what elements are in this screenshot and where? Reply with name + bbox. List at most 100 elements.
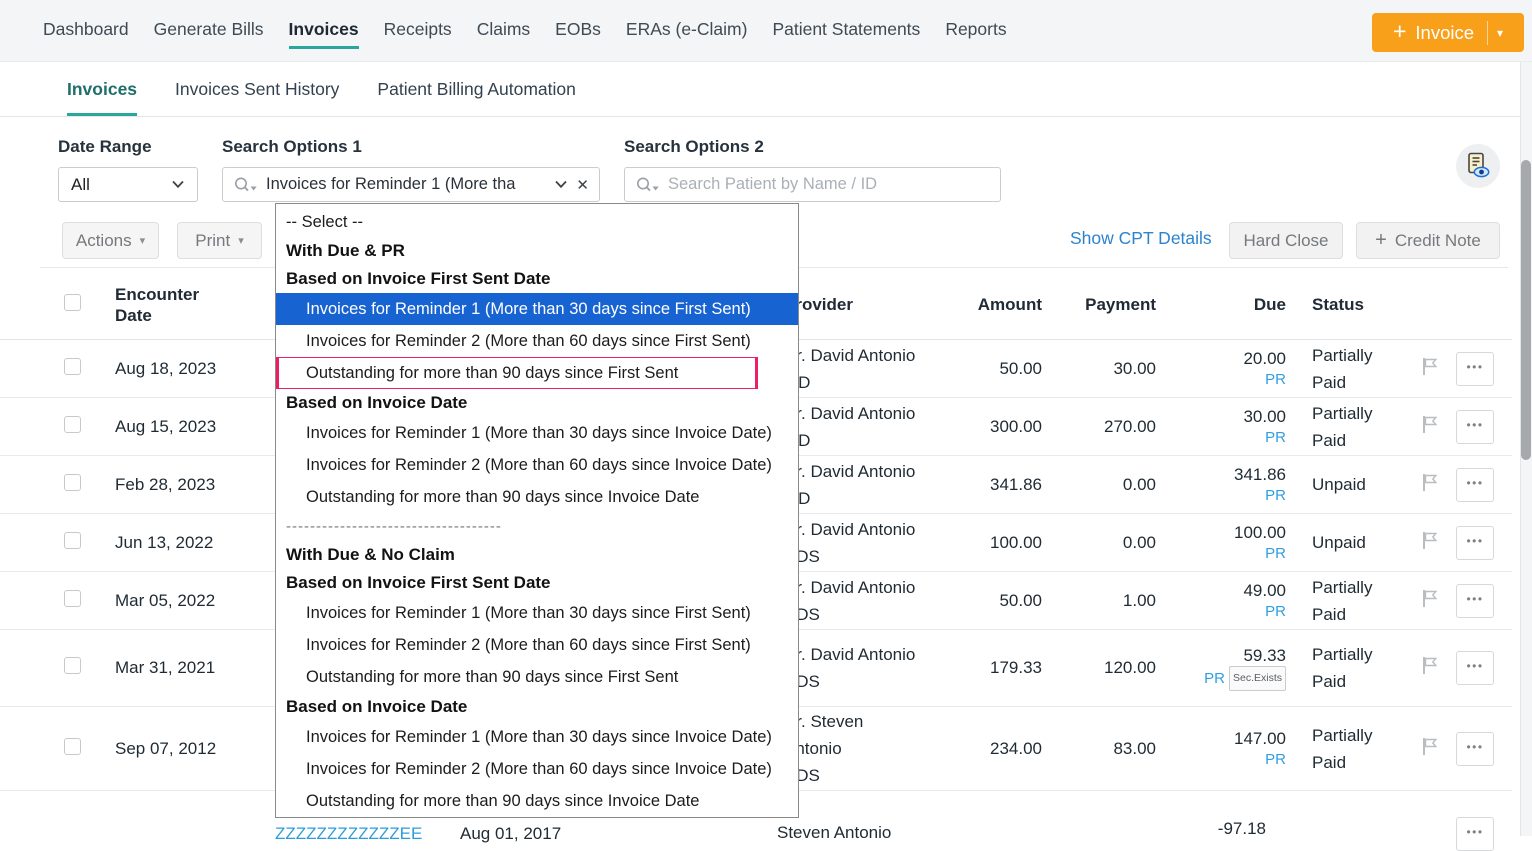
nav-item-claims[interactable]: Claims (477, 13, 530, 49)
nav-item-eobs[interactable]: EOBs (555, 13, 601, 49)
dropdown-group: Based on Invoice First Sent Date (276, 569, 798, 597)
dropdown-option[interactable]: Outstanding for more than 90 days since … (276, 785, 798, 817)
search-options-1-input[interactable]: Invoices for Reminder 1 (More tha ✕ (222, 167, 600, 202)
chevron-down-icon[interactable]: ▾ (1497, 26, 1503, 40)
flag-icon[interactable] (1422, 415, 1438, 439)
pr-tag: PR (1265, 543, 1286, 564)
dropdown-option[interactable]: Invoices for Reminder 1 (More than 30 da… (276, 293, 798, 325)
row-actions-button[interactable]: ••• (1456, 732, 1494, 766)
more-dots-icon: ••• (1466, 360, 1483, 374)
date-range-select[interactable]: All (58, 167, 198, 202)
row-checkbox[interactable] (64, 657, 81, 674)
row-checkbox[interactable] (64, 358, 81, 375)
row-actions-button[interactable]: ••• (1456, 817, 1494, 851)
payment-cell: 30.00 (1042, 359, 1156, 379)
status-cell: Unpaid (1286, 471, 1408, 498)
flag-icon[interactable] (1422, 473, 1438, 497)
status-cell: Partially Paid (1286, 574, 1408, 628)
pr-tag: PR (1265, 749, 1286, 770)
print-button[interactable]: Print ▾ (177, 222, 262, 259)
due-value: 49.00 (1156, 580, 1286, 601)
clear-icon[interactable]: ✕ (576, 176, 589, 194)
patient-statement-view-button[interactable] (1456, 144, 1500, 188)
row-checkbox[interactable] (64, 590, 81, 607)
row-actions-button[interactable]: ••• (1456, 468, 1494, 502)
provider-cell: Dr. David AntonioMD (776, 400, 934, 454)
chevron-down-icon (171, 180, 185, 189)
search-icon[interactable] (233, 176, 258, 194)
flag-icon[interactable] (1422, 531, 1438, 555)
row-checkbox[interactable] (64, 474, 81, 491)
chevron-down-icon[interactable] (554, 180, 568, 189)
row-checkbox[interactable] (64, 416, 81, 433)
chevron-down-icon: ▾ (238, 234, 244, 247)
due-cell: 20.00 PR (1156, 348, 1286, 390)
due-value: 30.00 (1156, 406, 1286, 427)
tab-patient-billing-automation[interactable]: Patient Billing Automation (377, 62, 575, 116)
search-options-1-label: Search Options 1 (222, 137, 362, 157)
encounter-date-cell: Jun 13, 2022 (108, 533, 276, 553)
new-invoice-button[interactable]: + Invoice ▾ (1372, 13, 1524, 52)
pr-tag: PR (1265, 601, 1286, 622)
nav-item-reports[interactable]: Reports (945, 13, 1006, 49)
invoice-number-link[interactable]: ZZZZZZZZZZZZEE (275, 824, 422, 844)
top-nav: Dashboard Generate Bills Invoices Receipts C… (0, 0, 1532, 62)
dropdown-option[interactable]: Invoices for Reminder 1 (More than 30 da… (276, 721, 798, 753)
row-checkbox[interactable] (64, 738, 81, 755)
flag-icon[interactable] (1422, 589, 1438, 613)
actions-button[interactable]: Actions ▾ (62, 222, 159, 259)
tab-invoices-sent-history[interactable]: Invoices Sent History (175, 62, 339, 116)
more-dots-icon: ••• (1466, 740, 1483, 754)
select-all-checkbox[interactable] (64, 294, 81, 311)
flag-icon[interactable] (1422, 656, 1438, 680)
flag-icon[interactable] (1422, 737, 1438, 761)
vertical-scrollbar[interactable] (1520, 62, 1532, 836)
row-actions-button[interactable]: ••• (1456, 526, 1494, 560)
tab-invoices[interactable]: Invoices (67, 62, 137, 116)
search-options-2-input[interactable]: Search Patient by Name / ID (624, 167, 1001, 202)
dropdown-option[interactable]: Invoices for Reminder 1 (More than 30 da… (276, 597, 798, 629)
nav-item-patient-statements[interactable]: Patient Statements (772, 13, 920, 49)
nav-item-receipts[interactable]: Receipts (384, 13, 452, 49)
show-cpt-details-link[interactable]: Show CPT Details (1070, 228, 1212, 249)
dropdown-option[interactable]: Invoices for Reminder 1 (More than 30 da… (276, 417, 798, 449)
row-actions-button[interactable]: ••• (1456, 651, 1494, 685)
dropdown-option[interactable]: Invoices for Reminder 2 (More than 60 da… (276, 325, 798, 357)
dropdown-option[interactable]: Invoices for Reminder 2 (More than 60 da… (276, 753, 798, 785)
provider-cell: Dr. David AntonioMD (776, 458, 934, 512)
dropdown-option[interactable]: Outstanding for more than 90 days since … (276, 481, 798, 513)
search-icon[interactable] (635, 176, 660, 194)
dropdown-option[interactable]: Invoices for Reminder 2 (More than 60 da… (276, 629, 798, 661)
encounter-date-cell: Feb 28, 2023 (108, 475, 276, 495)
provider-header: Provider (776, 295, 934, 315)
print-label: Print (195, 231, 230, 251)
payment-header: Payment (1042, 295, 1156, 315)
nav-item-eras-e-claim[interactable]: ERAs (e-Claim) (626, 13, 748, 49)
due-value: 20.00 (1156, 348, 1286, 369)
date-range-value: All (71, 175, 90, 195)
dropdown-select[interactable]: -- Select -- (276, 207, 798, 237)
nav-item-generate-bills[interactable]: Generate Bills (154, 13, 264, 49)
due-cell: -97.18 (1156, 819, 1266, 839)
nav-item-invoices[interactable]: Invoices (289, 13, 359, 49)
row-actions-button[interactable]: ••• (1456, 352, 1494, 386)
scrollbar-thumb[interactable] (1521, 160, 1531, 460)
flag-icon[interactable] (1422, 357, 1438, 381)
payment-cell: 270.00 (1042, 417, 1156, 437)
row-checkbox[interactable] (64, 532, 81, 549)
new-invoice-label: Invoice (1415, 22, 1474, 44)
more-dots-icon: ••• (1466, 476, 1483, 490)
due-value: 59.33 (1156, 645, 1286, 666)
hard-close-button[interactable]: Hard Close (1229, 222, 1343, 259)
dropdown-option[interactable]: Outstanding for more than 90 days since … (276, 357, 798, 389)
row-actions-button[interactable]: ••• (1456, 584, 1494, 618)
dropdown-option[interactable]: Outstanding for more than 90 days since … (276, 661, 798, 693)
credit-note-button[interactable]: + Credit Note (1356, 222, 1500, 259)
search-options-2-placeholder: Search Patient by Name / ID (668, 175, 990, 194)
nav-item-dashboard[interactable]: Dashboard (43, 13, 129, 49)
dropdown-option[interactable]: Invoices for Reminder 2 (More than 60 da… (276, 449, 798, 481)
status-cell: Partially Paid (1286, 400, 1408, 454)
row-actions-button[interactable]: ••• (1456, 410, 1494, 444)
dropdown-group: Based on Invoice First Sent Date (276, 265, 798, 293)
invoice-date-cell: Aug 01, 2017 (460, 824, 561, 844)
